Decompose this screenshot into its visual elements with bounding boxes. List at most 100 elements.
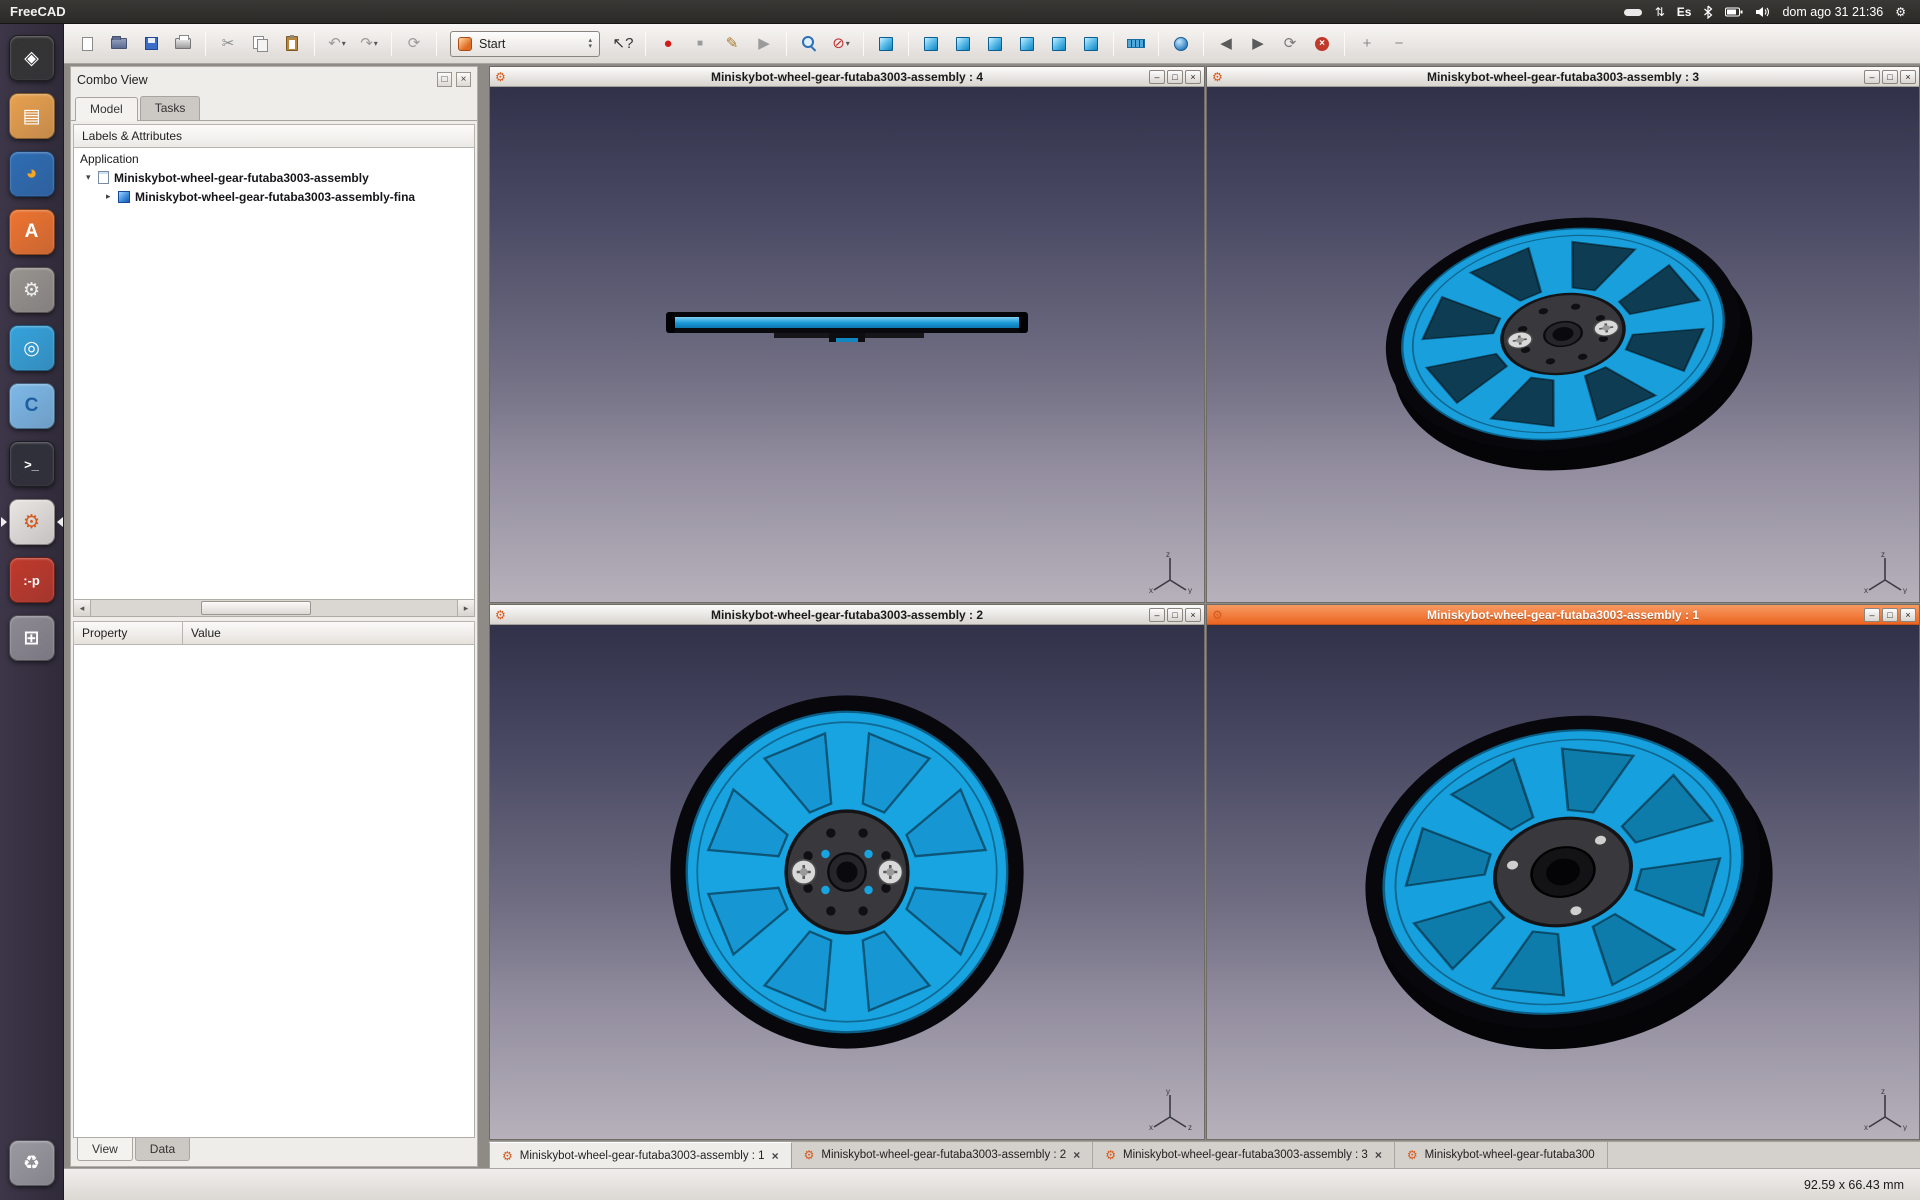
- volume-icon[interactable]: [1755, 6, 1770, 18]
- draw-style-button[interactable]: ⊘▾: [826, 29, 856, 59]
- web-browser-button[interactable]: [1166, 29, 1196, 59]
- restore-button[interactable]: □: [1167, 70, 1183, 84]
- property-column-header[interactable]: Property: [73, 621, 183, 645]
- value-column-header[interactable]: Value: [183, 621, 475, 645]
- collapse-icon[interactable]: ▾: [86, 172, 98, 183]
- mdi-tab[interactable]: ⚙Miniskybot-wheel-gear-futaba3003-assemb…: [792, 1142, 1094, 1168]
- view-fit-all-button[interactable]: [871, 29, 901, 59]
- measure-button[interactable]: [1121, 29, 1151, 59]
- new-file-button[interactable]: [72, 29, 102, 59]
- tab-close-icon[interactable]: ×: [1073, 1148, 1080, 1162]
- tab-close-icon[interactable]: ×: [772, 1149, 779, 1163]
- minimize-button[interactable]: –: [1149, 70, 1165, 84]
- workbench-selector[interactable]: Start▴▾: [450, 31, 600, 57]
- nav-stop-button[interactable]: [1307, 29, 1337, 59]
- paste-button[interactable]: [277, 29, 307, 59]
- view-right-button[interactable]: [980, 29, 1010, 59]
- view-rear-button[interactable]: [1012, 29, 1042, 59]
- launcher-files[interactable]: ▤: [9, 93, 55, 139]
- zoom-selection-button[interactable]: [794, 29, 824, 59]
- nav-refresh-button[interactable]: ⟳: [1275, 29, 1305, 59]
- panel-float-icon[interactable]: □: [437, 72, 452, 87]
- view-bottom-button[interactable]: [1044, 29, 1074, 59]
- scroll-right-icon[interactable]: ▸: [457, 600, 474, 616]
- combo-spinner-icon[interactable]: ▴▾: [588, 38, 592, 50]
- dropdown-arrow-icon[interactable]: ▾: [846, 39, 850, 48]
- viewport-3d-isometric[interactable]: zxy: [1207, 87, 1919, 602]
- network-arrows-icon[interactable]: ⇅: [1655, 5, 1665, 19]
- print-button[interactable]: [168, 29, 198, 59]
- macro-stop-button[interactable]: ■: [685, 29, 715, 59]
- cut-button[interactable]: ✂: [213, 29, 243, 59]
- scrollbar-thumb[interactable]: [201, 601, 311, 615]
- dropdown-arrow-icon[interactable]: ▾: [342, 39, 346, 48]
- copy-button[interactable]: [245, 29, 275, 59]
- minimize-button[interactable]: –: [1864, 70, 1880, 84]
- window-titlebar[interactable]: ⚙ Miniskybot-wheel-gear-futaba3003-assem…: [1207, 67, 1919, 87]
- macro-record-button[interactable]: ●: [653, 29, 683, 59]
- restore-button[interactable]: □: [1882, 70, 1898, 84]
- minimize-button[interactable]: –: [1149, 608, 1165, 622]
- whats-this-button[interactable]: ↖?: [608, 29, 638, 59]
- launcher-trash[interactable]: ♻: [9, 1140, 55, 1186]
- close-button[interactable]: ×: [1900, 608, 1916, 622]
- viewport-3d-front[interactable]: yxz: [490, 625, 1204, 1139]
- launcher-terminal[interactable]: >_: [9, 441, 55, 487]
- refresh-button[interactable]: ⟳: [399, 29, 429, 59]
- viewport-3d-isometric-active[interactable]: zxy: [1207, 625, 1919, 1139]
- macro-play-button[interactable]: ▶: [749, 29, 779, 59]
- mdi-tab[interactable]: ⚙Miniskybot-wheel-gear-futaba300: [1395, 1142, 1608, 1168]
- view-front-button[interactable]: [916, 29, 946, 59]
- window-titlebar[interactable]: ⚙ Miniskybot-wheel-gear-futaba3003-assem…: [490, 67, 1204, 87]
- launcher-freecad[interactable]: ⚙: [9, 499, 55, 545]
- launcher-firefox[interactable]: ◕: [9, 151, 55, 197]
- view-top-button[interactable]: [948, 29, 978, 59]
- launcher-software-center[interactable]: A: [9, 209, 55, 255]
- launcher-system-settings[interactable]: ⚙: [9, 267, 55, 313]
- window-titlebar[interactable]: ⚙ Miniskybot-wheel-gear-futaba3003-assem…: [490, 605, 1204, 625]
- mdi-tab[interactable]: ⚙Miniskybot-wheel-gear-futaba3003-assemb…: [1093, 1142, 1395, 1168]
- launcher-browser[interactable]: ◎: [9, 325, 55, 371]
- minimize-button[interactable]: –: [1864, 608, 1880, 622]
- launcher-red-app[interactable]: :-p: [9, 557, 55, 603]
- window-titlebar[interactable]: ⚙ Miniskybot-wheel-gear-futaba3003-assem…: [1207, 605, 1919, 625]
- restore-button[interactable]: □: [1167, 608, 1183, 622]
- panel-close-icon[interactable]: ×: [456, 72, 471, 87]
- close-button[interactable]: ×: [1900, 70, 1916, 84]
- launcher-workspaces[interactable]: ⊞: [9, 615, 55, 661]
- launcher-chromium[interactable]: C: [9, 383, 55, 429]
- open-file-button[interactable]: [104, 29, 134, 59]
- tree-item[interactable]: ▾Miniskybot-wheel-gear-futaba3003-assemb…: [74, 168, 474, 187]
- nav-forward-button[interactable]: ▶: [1243, 29, 1273, 59]
- nav-back-button[interactable]: ◀: [1211, 29, 1241, 59]
- mdi-tab[interactable]: ⚙Miniskybot-wheel-gear-futaba3003-assemb…: [489, 1142, 792, 1168]
- launcher-dash[interactable]: ◈: [9, 35, 55, 81]
- save-button[interactable]: [136, 29, 166, 59]
- viewport-3d-side[interactable]: zxy: [490, 87, 1204, 602]
- tree-horizontal-scrollbar[interactable]: ◂ ▸: [73, 600, 475, 617]
- bluetooth-icon[interactable]: [1703, 5, 1713, 19]
- tab-close-icon[interactable]: ×: [1375, 1148, 1382, 1162]
- zoom-out-button[interactable]: −: [1384, 29, 1414, 59]
- expand-icon[interactable]: ▸: [106, 191, 118, 202]
- scrollbar-track[interactable]: [91, 600, 457, 616]
- tab-model[interactable]: Model: [75, 97, 138, 121]
- keyboard-layout-indicator[interactable]: Es: [1677, 5, 1692, 19]
- redo-button[interactable]: ↷▾: [354, 29, 384, 59]
- tab-tasks[interactable]: Tasks: [140, 96, 201, 120]
- zoom-in-button[interactable]: +: [1352, 29, 1382, 59]
- session-gear-icon[interactable]: ⚙: [1895, 5, 1906, 19]
- battery-icon[interactable]: [1725, 7, 1743, 17]
- tab-view[interactable]: View: [77, 1138, 133, 1161]
- macro-edit-button[interactable]: ✎: [717, 29, 747, 59]
- tree-root-application[interactable]: Application: [74, 150, 474, 168]
- view-left-button[interactable]: [1076, 29, 1106, 59]
- undo-button[interactable]: ↶▾: [322, 29, 352, 59]
- tree-item[interactable]: ▸Miniskybot-wheel-gear-futaba3003-assemb…: [74, 187, 474, 206]
- close-button[interactable]: ×: [1185, 70, 1201, 84]
- tab-data[interactable]: Data: [135, 1138, 190, 1161]
- close-button[interactable]: ×: [1185, 608, 1201, 622]
- indicator-icon[interactable]: [1623, 6, 1643, 18]
- scroll-left-icon[interactable]: ◂: [74, 600, 91, 616]
- restore-button[interactable]: □: [1882, 608, 1898, 622]
